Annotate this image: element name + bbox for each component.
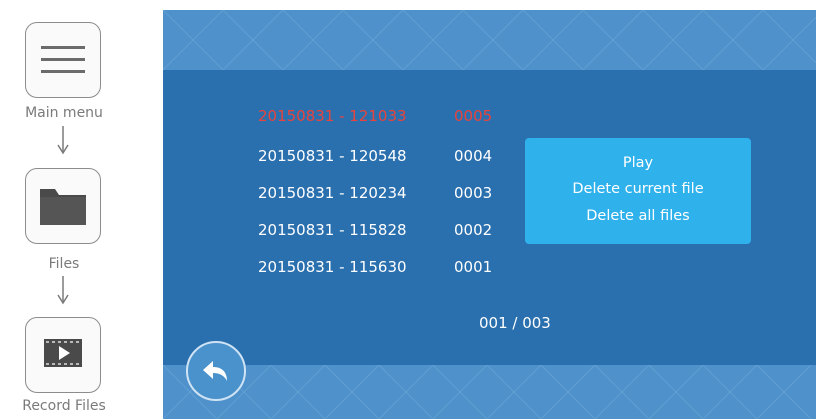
file-name: 20150831 - 115828 (258, 221, 407, 239)
main-menu-button[interactable] (25, 22, 101, 98)
play-option[interactable]: Play (525, 155, 751, 171)
file-name: 20150831 - 115630 (258, 258, 407, 276)
record-files-button[interactable] (25, 317, 101, 393)
file-number: 0003 (454, 184, 493, 202)
file-name: 20150831 - 121033 (258, 107, 407, 125)
record-files-label: Record Files (22, 398, 106, 414)
screen: 20150831 - 121033 0005 20150831 - 120548… (163, 10, 816, 419)
back-button[interactable] (186, 341, 246, 401)
hamburger-menu-icon (40, 45, 85, 73)
navigation-flow: Main menu Files Record Files (0, 0, 162, 419)
delete-all-files-option[interactable]: Delete all files (525, 208, 751, 224)
file-number: 0002 (454, 221, 493, 239)
file-name: 20150831 - 120234 (258, 184, 407, 202)
delete-current-file-option[interactable]: Delete current file (525, 181, 751, 197)
file-number: 0005 (454, 107, 493, 125)
page-indicator: 001 / 003 (479, 314, 551, 332)
file-action-menu: Play Delete current file Delete all file… (525, 138, 751, 244)
file-name: 20150831 - 120548 (258, 147, 407, 165)
main-menu-label: Main menu (25, 105, 103, 121)
arrow-down-icon (57, 126, 69, 155)
file-number: 0001 (454, 258, 493, 276)
back-arrow-icon (203, 361, 227, 381)
files-button[interactable] (25, 168, 101, 244)
folder-icon (39, 188, 86, 225)
file-number: 0004 (454, 147, 493, 165)
film-play-icon (43, 338, 82, 367)
files-label: Files (48, 256, 80, 272)
arrow-down-icon (57, 276, 69, 305)
